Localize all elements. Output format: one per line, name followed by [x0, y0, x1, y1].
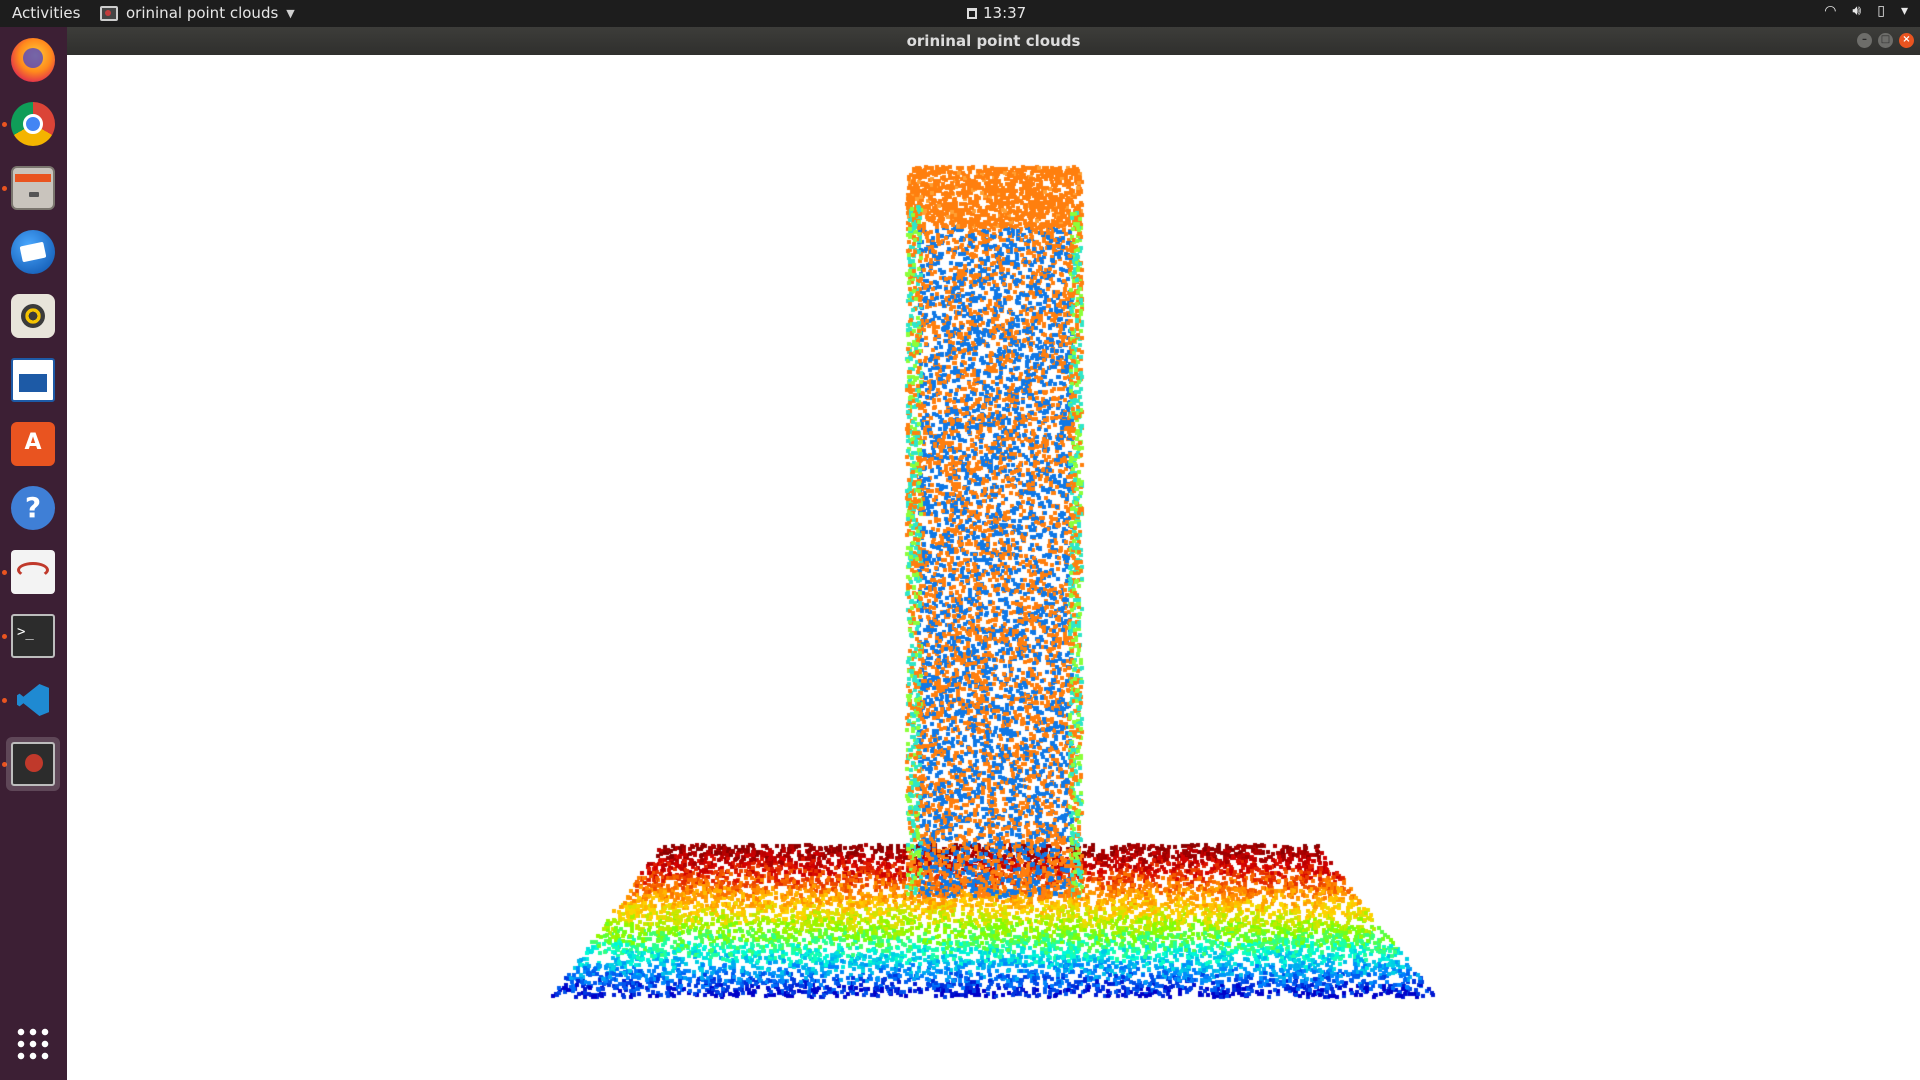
terminal-icon: >_	[11, 614, 55, 658]
dock-item-point-cloud-viewer[interactable]	[6, 737, 60, 791]
top-bar: Activities orininal point clouds ▼ 13:37…	[0, 0, 1920, 27]
chevron-down-icon: ▼	[286, 6, 295, 20]
firefox-icon	[11, 38, 55, 82]
show-applications-button[interactable]	[6, 1017, 60, 1071]
minimize-button[interactable]: –	[1857, 33, 1872, 48]
document-icon	[11, 358, 55, 402]
maximize-button[interactable]: □	[1878, 33, 1893, 48]
mail-icon	[11, 230, 55, 274]
clock[interactable]: 13:37	[967, 4, 1026, 22]
battery-icon[interactable]: ▯	[1877, 3, 1885, 19]
point-cloud-viewport[interactable]	[67, 55, 1920, 1080]
window-title: orininal point clouds	[906, 32, 1081, 50]
dock-item-files[interactable]	[6, 161, 60, 215]
music-icon	[11, 294, 55, 338]
files-icon	[11, 166, 55, 210]
calendar-icon	[967, 7, 977, 19]
pdf-viewer-icon	[11, 550, 55, 594]
system-tray[interactable]: ◠ 🔊︎ ▯ ▾	[1824, 3, 1908, 19]
dock-item-document-viewer[interactable]	[6, 545, 60, 599]
dock-item-terminal[interactable]: >_	[6, 609, 60, 663]
close-button[interactable]: ×	[1899, 33, 1914, 48]
chrome-icon	[11, 102, 55, 146]
software-store-icon	[11, 422, 55, 466]
app-menu-label: orininal point clouds	[126, 4, 279, 22]
dock-item-rhythmbox[interactable]	[6, 289, 60, 343]
wifi-icon[interactable]: ◠	[1824, 3, 1836, 19]
clock-label: 13:37	[983, 4, 1027, 22]
dock-item-help[interactable]: ?	[6, 481, 60, 535]
vscode-icon	[11, 678, 55, 722]
dock-item-software[interactable]	[6, 417, 60, 471]
dock: ? >_	[0, 27, 67, 1080]
help-icon: ?	[11, 486, 55, 530]
app-grid-icon	[15, 1026, 51, 1062]
window-titlebar[interactable]: orininal point clouds – □ ×	[67, 27, 1920, 55]
app-menu-icon	[100, 5, 118, 21]
dock-item-thunderbird[interactable]	[6, 225, 60, 279]
activities-button[interactable]: Activities	[12, 4, 80, 22]
volume-icon[interactable]: 🔊︎	[1852, 3, 1861, 19]
dock-item-chrome[interactable]	[6, 97, 60, 151]
app-menu[interactable]: orininal point clouds ▼	[100, 4, 295, 22]
point-cloud-app-icon	[11, 742, 55, 786]
dock-item-vscode[interactable]	[6, 673, 60, 727]
dock-item-firefox[interactable]	[6, 33, 60, 87]
point-cloud-canvas[interactable]	[67, 55, 1920, 1080]
system-menu-icon[interactable]: ▾	[1901, 3, 1908, 19]
dock-item-writer[interactable]	[6, 353, 60, 407]
window-controls: – □ ×	[1857, 33, 1914, 48]
